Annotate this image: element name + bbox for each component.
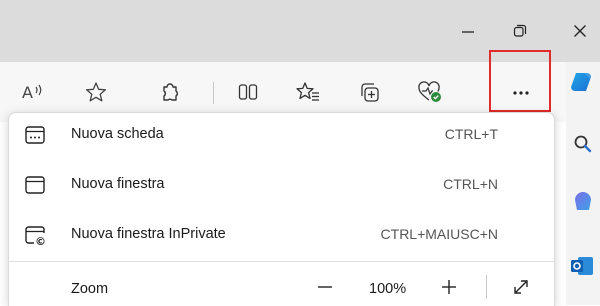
favorite-star-icon [85, 82, 107, 102]
split-screen-button[interactable] [230, 74, 266, 110]
menu-item-new-window[interactable]: Nuova finestra CTRL+N [9, 163, 554, 207]
split-screen-icon [238, 84, 258, 100]
read-aloud-button[interactable]: A [16, 74, 52, 110]
extensions-button[interactable] [152, 74, 188, 110]
toolbar-divider [213, 82, 214, 104]
sidebar-pane [566, 62, 600, 305]
menu-item-shortcut: CTRL+N [443, 176, 498, 192]
favorites-list-icon [296, 82, 319, 101]
minimize-icon [462, 31, 474, 33]
zoom-out-button[interactable] [309, 272, 341, 302]
zoom-label: Zoom [71, 281, 109, 297]
collections-button[interactable] [352, 74, 388, 110]
minus-icon [318, 286, 332, 288]
restore-button[interactable] [500, 12, 540, 50]
restore-icon [513, 24, 527, 37]
menu-separator [9, 261, 554, 262]
zoom-in-button[interactable] [433, 272, 465, 302]
fullscreen-button[interactable] [505, 272, 537, 302]
menu-item-shortcut: CTRL+T [444, 126, 498, 142]
fullscreen-icon [514, 280, 528, 294]
menu-item-label: Nuova finestra [71, 176, 165, 192]
zoom-row: Zoom 100% [9, 266, 554, 306]
menu-item-new-inprivate-window[interactable]: © Nuova finestra InPrivate CTRL+MAIUSC+N [9, 213, 554, 257]
menu-item-label: Nuova finestra InPrivate [71, 226, 226, 242]
close-button[interactable] [560, 12, 600, 50]
search-icon[interactable] [573, 134, 593, 154]
highlight-box [489, 50, 551, 112]
add-favorite-button[interactable] [78, 74, 114, 110]
browser-essentials-button[interactable] [412, 74, 448, 110]
favorites-button[interactable] [290, 74, 326, 110]
svg-text:A: A [22, 83, 33, 102]
zoom-level: 100% [369, 281, 407, 297]
minimize-button[interactable] [448, 12, 488, 50]
zoom-divider [486, 275, 487, 299]
svg-text:©: © [35, 235, 46, 247]
outlook-icon[interactable] [570, 255, 594, 277]
browser-essentials-icon [418, 81, 441, 102]
games-icon[interactable] [571, 192, 595, 216]
menu-item-label: Nuova scheda [71, 126, 164, 142]
settings-menu: Nuova scheda CTRL+T Nuova finestra CTRL+… [8, 112, 555, 306]
collections-icon [361, 83, 379, 102]
close-icon [574, 25, 586, 37]
read-aloud-icon: A [22, 83, 42, 102]
new-window-icon [25, 176, 45, 194]
plus-icon [442, 280, 456, 294]
menu-item-shortcut: CTRL+MAIUSC+N [380, 226, 498, 242]
menu-item-new-tab[interactable]: Nuova scheda CTRL+T [9, 113, 554, 157]
inprivate-window-icon: © [25, 226, 46, 247]
new-tab-icon [25, 126, 45, 144]
extensions-icon [163, 83, 178, 101]
copilot-icon[interactable] [570, 69, 596, 95]
